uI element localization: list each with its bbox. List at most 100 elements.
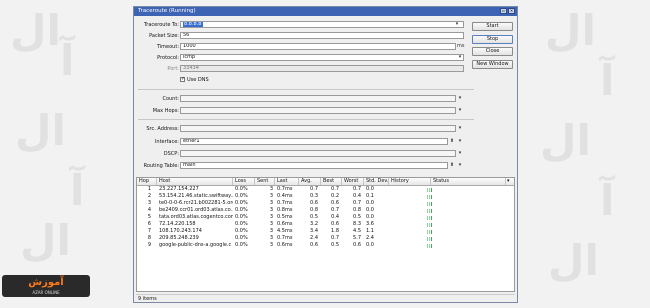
form-separator — [138, 119, 474, 120]
column-menu-icon[interactable]: ▾ — [506, 178, 514, 185]
src-address-input[interactable] — [180, 125, 456, 132]
column-header-last[interactable]: Last — [275, 178, 299, 185]
history-bar — [427, 216, 428, 220]
cell-best: 0.7 — [331, 186, 339, 192]
stop-button[interactable]: Stop — [472, 35, 513, 44]
column-header-best[interactable]: Best — [321, 178, 342, 185]
max-hops-input[interactable] — [180, 107, 456, 114]
close-icon[interactable]: × — [508, 8, 515, 14]
cell-host: tata.ord03.atlas.cogentco.com — [159, 214, 233, 220]
cell-loss: 0.0% — [235, 200, 248, 206]
column-header-history[interactable]: History — [389, 178, 431, 185]
interface-select[interactable]: ether1 — [180, 138, 448, 145]
protocol-select[interactable]: icmp — [180, 54, 464, 61]
cell-last: 0.8ms — [277, 207, 293, 213]
cell-worst: 4.5 — [353, 228, 361, 234]
dscp-dropdown-icon[interactable]: ▾ — [457, 150, 463, 157]
cell-hop: 1 — [147, 186, 151, 192]
cell-hop: 2 — [147, 193, 151, 199]
column-header-loss[interactable]: Loss — [233, 178, 255, 185]
start-button[interactable]: Start — [472, 22, 513, 31]
close-button[interactable]: Close — [472, 47, 513, 56]
cell-loss: 0.0% — [235, 186, 248, 192]
cell-best: 0.6 — [331, 200, 339, 206]
cell-best: 0.2 — [331, 193, 339, 199]
src-address-dropdown-icon[interactable]: ▾ — [457, 125, 463, 132]
use-dns-checkbox[interactable]: ✓ — [180, 77, 185, 82]
protocol-dropdown-icon[interactable]: ▾ — [457, 54, 463, 61]
timeout-unit: ms — [457, 43, 465, 49]
table-row[interactable]: 4 be2409.ccr01.ord03.atlas.co... 0.0% 3 0.8m… — [137, 207, 514, 214]
cell-sent: 3 — [269, 193, 273, 199]
history-bar — [431, 202, 432, 206]
cell-avg: 0.6 — [310, 242, 318, 248]
column-header-host[interactable]: Host — [157, 178, 233, 185]
traceroute-to-dropdown-icon[interactable]: ▾ — [454, 21, 460, 28]
timeout-input[interactable]: 1000 — [180, 43, 456, 50]
cell-last: 0.7ms — [277, 235, 293, 241]
history-bar — [429, 202, 430, 206]
history-bar — [427, 195, 428, 199]
history-bar — [429, 209, 430, 213]
count-label: Count: — [162, 96, 179, 102]
cell-host: te0-0-0-6.rcr21.b002281-5.ore... — [159, 200, 233, 206]
new-window-button[interactable]: New Window — [472, 60, 513, 69]
cell-hop: 8 — [147, 235, 151, 241]
cell-std-dev: 2.4 — [366, 235, 374, 241]
cell-host: 108.170.243.174 — [159, 228, 202, 234]
count-input[interactable] — [180, 95, 456, 102]
column-header-sent[interactable]: Sent — [255, 178, 275, 185]
cell-last: 0.7ms — [277, 186, 293, 192]
table-row[interactable]: 7 108.170.243.174 0.0% 3 4.5ms 3.4 1.8 4.5 1.1 — [137, 228, 514, 235]
table-row[interactable]: 3 te0-0-0-6.rcr21.b002281-5.ore... 0.0% 3 0.… — [137, 200, 514, 207]
history-bar — [431, 237, 432, 241]
routing-table-spin-icon[interactable]: ⬍ — [449, 162, 455, 169]
column-header-std-dev[interactable]: Std. Dev. — [364, 178, 389, 185]
cell-hop: 6 — [147, 221, 151, 227]
column-header-worst[interactable]: Worst — [342, 178, 364, 185]
cell-loss: 0.0% — [235, 228, 248, 234]
history-bar — [431, 195, 432, 199]
column-header-status[interactable]: Status — [431, 178, 506, 185]
history-bar — [431, 244, 432, 248]
cell-worst: 0.4 — [353, 193, 361, 199]
max-hops-label: Max Hops: — [152, 108, 179, 114]
table-row[interactable]: 6 72.14.220.158 0.0% 3 0.6ms 3.2 0.6 8.3 3.6 — [137, 221, 514, 228]
cell-last: 0.4ms — [277, 193, 293, 199]
table-row[interactable]: 9 google-public-dns-a.google.c 0.0% 3 0.6ms 0… — [137, 242, 514, 249]
form-separator — [138, 89, 474, 90]
routing-table-select[interactable]: main — [180, 162, 448, 169]
table-row[interactable]: 8 209.85.248.239 0.0% 3 0.7ms 2.4 0.7 5.7 2.4 — [137, 235, 514, 242]
routing-table-label: Routing Table: — [143, 163, 179, 169]
cell-last: 0.6ms — [277, 221, 293, 227]
cell-worst: 5.7 — [353, 235, 361, 241]
column-header-hop[interactable]: Hop — [137, 178, 157, 185]
column-header-avg[interactable]: Avg. — [299, 178, 321, 185]
cell-last: 0.5ms — [277, 214, 293, 220]
table-row[interactable]: 5 tata.ord03.atlas.cogentco.com 0.0% 3 0.5ms… — [137, 214, 514, 221]
watermark-glyph: آ — [60, 36, 75, 85]
dscp-input[interactable] — [180, 150, 456, 157]
table-row[interactable]: 1 23.227.154.227 0.0% 3 0.7ms 0.7 0.7 0.7 0.0 — [137, 186, 514, 193]
cell-best: 0.7 — [331, 235, 339, 241]
history-bar — [427, 209, 428, 213]
table-row[interactable]: 2 53.154.21.46.static.swiftway... 0.0% 3 0.4… — [137, 193, 514, 200]
history-bar — [427, 223, 428, 227]
max-hops-dropdown-icon[interactable]: ▾ — [457, 107, 463, 114]
minimize-icon[interactable]: ▫ — [500, 8, 507, 14]
interface-spin-icon[interactable]: ⬍ — [449, 138, 455, 145]
traceroute-to-input[interactable]: 8.8.8.8 — [180, 21, 464, 28]
cell-avg: 0.6 — [310, 200, 318, 206]
routing-table-dropdown-icon[interactable]: ▾ — [457, 162, 463, 169]
history-bar — [429, 223, 430, 227]
packet-size-input[interactable]: 56 — [180, 32, 464, 39]
cell-host: be2409.ccr01.ord03.atlas.co... — [159, 207, 233, 213]
cell-worst: 0.5 — [353, 214, 361, 220]
interface-dropdown-icon[interactable]: ▾ — [457, 138, 463, 145]
cell-hop: 3 — [147, 200, 151, 206]
cell-loss: 0.0% — [235, 214, 248, 220]
cell-best: 0.6 — [331, 221, 339, 227]
window-titlebar[interactable]: Traceroute (Running) ▫ × — [134, 7, 517, 16]
cell-sent: 3 — [269, 221, 273, 227]
count-dropdown-icon[interactable]: ▾ — [457, 95, 463, 102]
